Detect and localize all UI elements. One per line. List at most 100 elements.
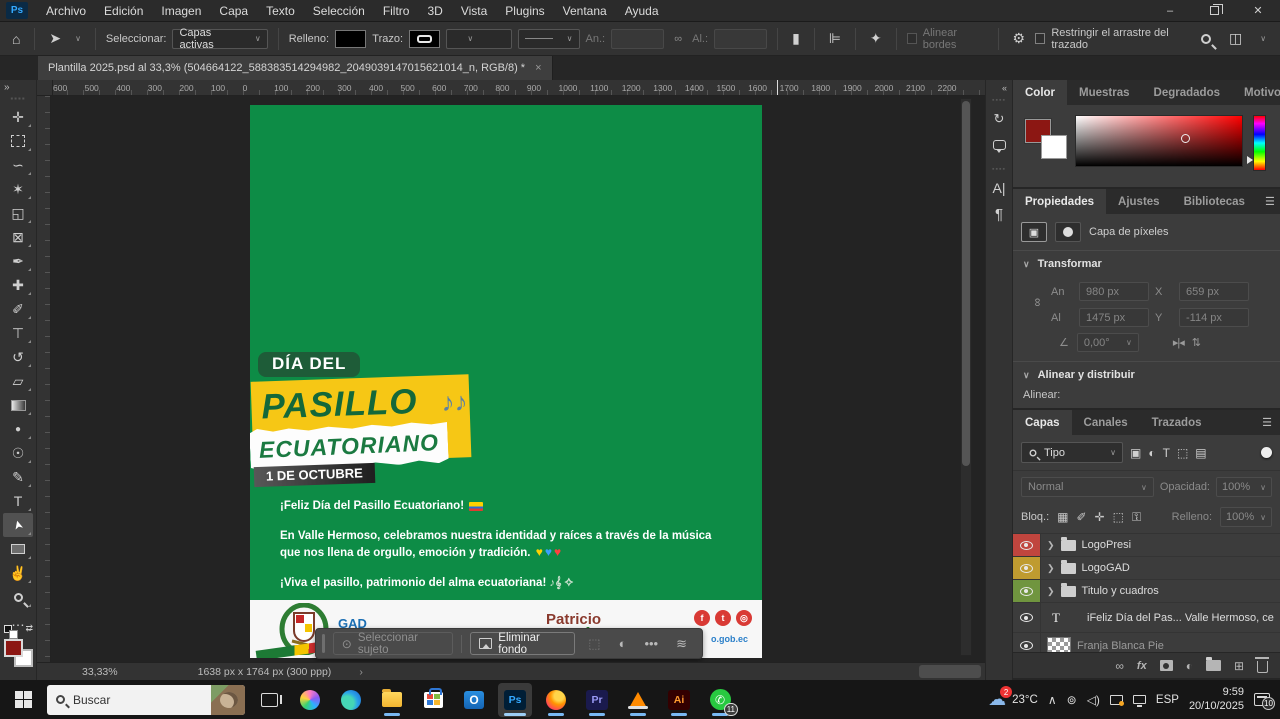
visibility-toggle[interactable] [1013, 580, 1041, 602]
weather-widget[interactable]: ☁2 23°C [988, 689, 1038, 710]
store-taskbar-icon[interactable] [416, 683, 450, 717]
gradient-tool[interactable] [3, 393, 33, 417]
new-group-icon[interactable] [1206, 660, 1221, 671]
new-adjustment-icon[interactable]: ◐ [1186, 659, 1193, 673]
gear-icon[interactable]: ⚙ [1009, 30, 1030, 47]
menu-seleccion[interactable]: Selección [304, 4, 374, 18]
mask-properties-icon[interactable] [1055, 222, 1081, 242]
delete-layer-icon[interactable] [1257, 661, 1268, 673]
frame-tool[interactable]: ⊠ [3, 225, 33, 249]
fill-swatch[interactable] [335, 30, 366, 48]
hand-tool[interactable]: ✌ [3, 561, 33, 585]
update-icon[interactable]: ⊚ [1067, 693, 1077, 707]
scrollbar-thumb[interactable] [962, 101, 970, 466]
marquee-tool[interactable] [3, 129, 33, 153]
outlook-taskbar-icon[interactable]: O [457, 683, 491, 717]
layer-row-text[interactable]: T iFeliz Día del Pas... Valle Hermoso, c… [1013, 603, 1280, 633]
lock-artboard-icon[interactable]: ⬚ [1113, 510, 1124, 524]
props-panel-menu-icon[interactable]: ☰ [1257, 189, 1280, 214]
group-chevron-icon[interactable]: ❯ [1047, 563, 1055, 574]
visibility-toggle[interactable] [1013, 534, 1041, 556]
status-arrow-icon[interactable]: › [359, 666, 363, 678]
brush-tool[interactable]: ✐ [3, 297, 33, 321]
group-chevron-icon[interactable]: ❯ [1047, 586, 1055, 597]
history-panel-icon[interactable]: ↻ [988, 108, 1010, 130]
dodge-tool[interactable]: ☉ [3, 441, 33, 465]
transform-height-field[interactable]: 1475 px [1079, 308, 1149, 327]
paragraph-panel-icon[interactable]: ¶ [988, 203, 1010, 225]
hue-slider[interactable] [1253, 115, 1266, 171]
filter-pixel-icon[interactable]: ▣ [1130, 446, 1141, 460]
menu-vista[interactable]: Vista [452, 4, 496, 18]
notification-center-icon[interactable]: 10 [1254, 693, 1270, 706]
photoshop-taskbar-icon[interactable]: Ps [498, 683, 532, 717]
canvas-vertical-scrollbar[interactable] [960, 98, 972, 656]
more-options-icon[interactable]: ••• [639, 636, 663, 651]
lock-all-icon[interactable]: ⚿ [1132, 510, 1141, 525]
object-selection-tool[interactable]: ✶ [3, 177, 33, 201]
path-alignment-icon[interactable]: ⊫ [825, 30, 845, 47]
foreground-color-swatch[interactable] [4, 639, 23, 657]
link-dimensions-icon[interactable]: ∞ [670, 33, 686, 45]
path-arrangement-icon[interactable]: ✦ [866, 30, 886, 47]
menu-ventana[interactable]: Ventana [554, 4, 616, 18]
tab-close-icon[interactable]: × [535, 62, 541, 74]
menu-imagen[interactable]: Imagen [152, 4, 210, 18]
visibility-toggle[interactable] [1013, 603, 1041, 633]
layer-filter-dropdown[interactable]: Tipo ∨ [1021, 442, 1123, 463]
search-icon[interactable] [1201, 34, 1211, 44]
taskbar-grip-handle[interactable] [322, 634, 325, 653]
filter-shape-icon[interactable]: ⬚ [1177, 446, 1188, 460]
rotation-field[interactable]: 0,00°∨ [1077, 333, 1139, 352]
properties-toggle-icon[interactable]: ≋ [671, 636, 692, 652]
link-icon[interactable]: ∞ [1031, 298, 1045, 312]
whatsapp-taskbar-icon[interactable]: ✆11 [703, 683, 737, 717]
shape-tool[interactable] [3, 537, 33, 561]
opacity-dropdown[interactable]: 100% ∨ [1216, 477, 1272, 497]
lasso-tool[interactable]: ∽ [3, 153, 33, 177]
premiere-taskbar-icon[interactable]: Pr [580, 683, 614, 717]
color-picker-cursor[interactable] [1181, 134, 1190, 143]
link-layers-icon[interactable]: ∞ [1115, 659, 1124, 673]
current-tool-icon[interactable]: ➤ [45, 30, 65, 47]
eraser-tool[interactable]: ▱ [3, 369, 33, 393]
cast-icon[interactable] [1110, 695, 1123, 705]
menu-filtro[interactable]: Filtro [374, 4, 419, 18]
workspace-caret[interactable]: ∨ [1260, 34, 1266, 43]
new-layer-icon[interactable]: ⊞ [1234, 659, 1244, 673]
restore-button[interactable] [1192, 0, 1236, 21]
flip-vertical-icon[interactable]: ⇅ [1192, 336, 1200, 349]
adjustment-icon[interactable]: ◐ [614, 636, 632, 651]
healing-brush-tool[interactable]: ✚ [3, 273, 33, 297]
workspace-icon[interactable]: ◫ [1225, 30, 1246, 47]
panel-background-swatch[interactable] [1041, 135, 1067, 159]
expand-panels-icon[interactable]: « [1002, 83, 1012, 93]
filter-type-icon[interactable]: T [1163, 446, 1170, 460]
character-panel-icon[interactable]: A| [988, 177, 1010, 199]
stroke-type-dropdown[interactable]: ∨ [518, 29, 580, 49]
hue-slider-arrow[interactable] [1247, 156, 1253, 164]
props-tab-ajustes[interactable]: Ajustes [1106, 189, 1172, 214]
remove-background-button[interactable]: Eliminar fondo [470, 632, 575, 655]
blur-tool[interactable]: ● [3, 417, 33, 441]
visibility-toggle[interactable] [1013, 633, 1041, 653]
layers-tab-capas[interactable]: Capas [1013, 410, 1072, 435]
flip-horizontal-icon[interactable]: ▸|◂ [1173, 336, 1184, 349]
minimize-button[interactable]: – [1148, 0, 1192, 21]
pen-tool[interactable]: ✎ [3, 465, 33, 489]
copilot-taskbar-icon[interactable] [293, 683, 327, 717]
transform-width-field[interactable]: 980 px [1079, 282, 1149, 301]
tray-chevron-icon[interactable]: ∧ [1048, 693, 1057, 707]
constrain-path-checkbox[interactable] [1035, 33, 1045, 44]
stroke-swatch[interactable] [409, 30, 440, 48]
layers-tab-canales[interactable]: Canales [1072, 410, 1140, 435]
language-indicator[interactable]: ESP [1156, 694, 1179, 706]
layer-row-franja[interactable]: Franja Blanca Pie [1013, 633, 1280, 652]
edge-taskbar-icon[interactable] [334, 683, 368, 717]
layer-row-logogad[interactable]: ❯ LogoGAD [1013, 557, 1280, 580]
document-canvas[interactable]: DÍA DEL PASILLO ♪♪ ECUATORIANO 1 DE OCTU… [250, 105, 762, 658]
menu-archivo[interactable]: Archivo [37, 4, 95, 18]
toolbar-expand-icon[interactable]: » [0, 82, 10, 93]
select-mode-dropdown[interactable]: Capas activas∨ [172, 29, 267, 49]
tool-preset-caret[interactable]: ∨ [71, 34, 85, 43]
